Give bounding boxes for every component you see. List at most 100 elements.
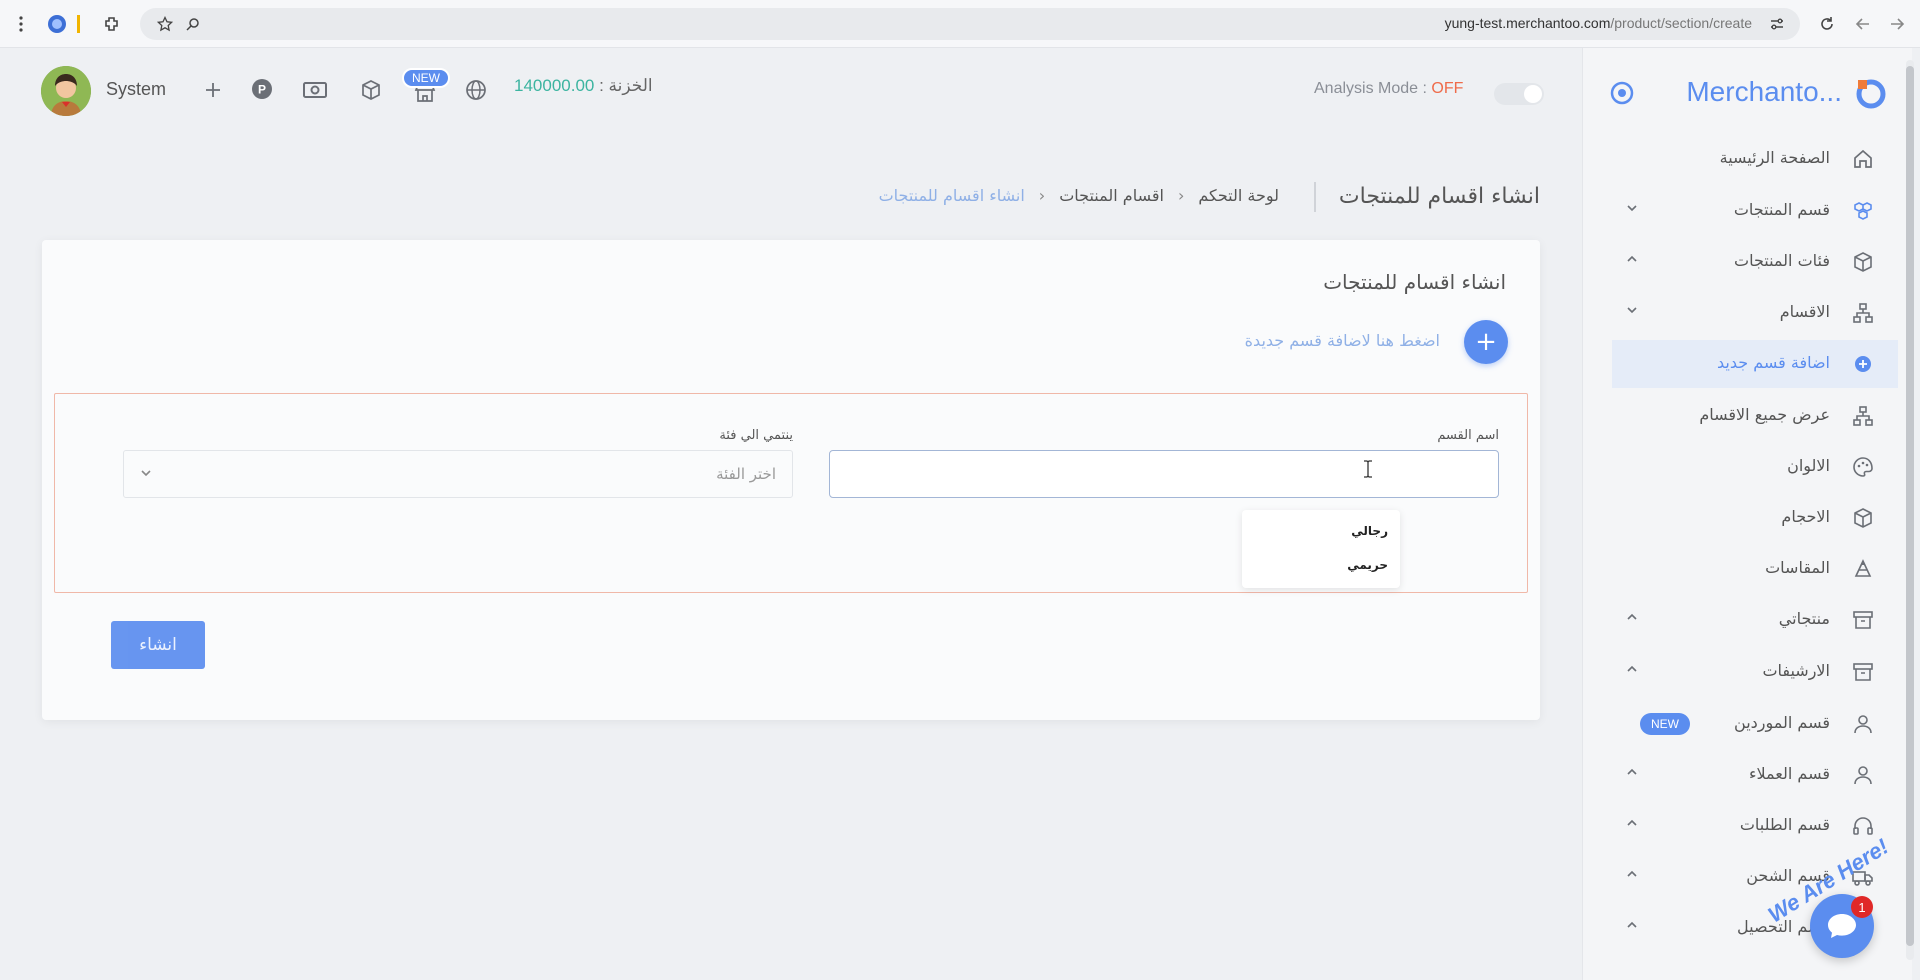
sidebar-item-categories[interactable]: فئات المنتجات <box>1612 238 1898 286</box>
chevron-down-icon <box>140 467 152 479</box>
target-icon[interactable] <box>1609 80 1635 106</box>
sidebar-item-all-sections[interactable]: عرض جميع الاقسام <box>1612 392 1898 440</box>
forward-arrow-icon[interactable] <box>1886 13 1908 35</box>
chat-notification-badge: 1 <box>1851 896 1873 918</box>
treasury-label: الخزنة : <box>599 76 653 95</box>
sidebar-item-orders[interactable]: قسم الطلبات <box>1612 802 1898 850</box>
sidebar-item-label: الارشيفات <box>1762 661 1830 680</box>
parking-icon[interactable]: P <box>249 76 275 102</box>
breadcrumb-product-sections[interactable]: اقسام المنتجات <box>1059 186 1164 205</box>
tab-favicon-icon[interactable] <box>46 13 68 35</box>
category-label: ينتمي الي فئة <box>719 428 793 443</box>
text-cursor-icon <box>1363 460 1373 478</box>
chevron-up-icon <box>1626 766 1638 778</box>
sidebar-item-label: الالوان <box>1787 456 1830 475</box>
scrollbar-thumb[interactable] <box>1906 66 1914 946</box>
sitemap-icon <box>1852 302 1874 324</box>
user-icon <box>1852 764 1874 786</box>
breadcrumb: لوحة التحكم ‹ اقسام المنتجات ‹ انشاء اقس… <box>879 186 1279 205</box>
create-button[interactable]: انشاء <box>111 621 205 669</box>
sidebar-item-label: قسم الطلبات <box>1739 815 1830 834</box>
sidebar-item-label: عرض جميع الاقسام <box>1699 405 1830 424</box>
cash-icon[interactable] <box>302 77 328 103</box>
sidebar-item-sections[interactable]: الاقسام <box>1612 289 1898 337</box>
sidebar-item-home[interactable]: الصفحة الرئيسية <box>1612 135 1898 183</box>
create-section-card: انشاء اقسام للمنتجات + اضغط هنا لاضافة ق… <box>42 240 1540 720</box>
sidebar-item-label: الصفحة الرئيسية <box>1719 148 1830 167</box>
sidebar-item-my-products[interactable]: منتجاتي <box>1612 596 1898 644</box>
treasury-amount: 140000.00 <box>514 76 595 95</box>
back-arrow-icon[interactable] <box>1852 13 1874 35</box>
treasury-balance: الخزنة : 140000.00 <box>514 76 653 96</box>
new-badge: NEW <box>402 68 450 88</box>
box-icon <box>1852 507 1874 529</box>
sidebar-item-label: قسم الموردين <box>1734 713 1830 732</box>
page-title: انشاء اقسام للمنتجات <box>1338 184 1540 209</box>
sidebar-item-label: اضافة قسم جديد <box>1716 353 1830 372</box>
zoom-icon[interactable] <box>182 13 204 35</box>
analysis-label: Analysis Mode : <box>1314 80 1432 97</box>
analysis-mode: Analysis Mode : OFF <box>1314 80 1463 98</box>
breadcrumb-chevron: ‹ <box>1038 186 1046 205</box>
breadcrumb-divider <box>1314 182 1316 212</box>
sidebar-item-sizes[interactable]: الاحجام <box>1612 494 1898 542</box>
chevron-up-icon <box>1626 611 1638 623</box>
sidebar-item-label: منتجاتي <box>1778 609 1830 628</box>
add-section-button[interactable]: + <box>1464 320 1508 364</box>
brand-logo-icon <box>1854 76 1888 110</box>
chevron-down-icon <box>1626 202 1638 214</box>
sidebar-scrollbar[interactable] <box>1906 60 1914 960</box>
breadcrumb-dashboard[interactable]: لوحة التحكم <box>1198 186 1279 205</box>
category-placeholder: اختر الفئة <box>716 465 776 483</box>
menu-dots-icon[interactable] <box>10 13 32 35</box>
archive-icon <box>1852 661 1874 683</box>
svg-text:P: P <box>258 83 266 97</box>
reload-icon[interactable] <box>1816 13 1838 35</box>
sidebar-item-measurements[interactable]: المقاسات <box>1612 545 1898 593</box>
box-icon[interactable] <box>358 77 384 103</box>
chevron-up-icon <box>1626 919 1638 931</box>
card-title: انشاء اقسام للمنتجات <box>1323 270 1506 294</box>
sidebar-item-label: فئات المنتجات <box>1734 251 1830 270</box>
plus-circle-icon <box>1852 353 1874 375</box>
globe-icon[interactable] <box>463 77 489 103</box>
category-select[interactable]: اختر الفئة <box>123 450 793 498</box>
tab-divider <box>76 13 80 35</box>
sidebar-item-products[interactable]: قسم المنتجات <box>1612 187 1898 235</box>
brand-name[interactable]: Merchanto... <box>1686 76 1842 108</box>
sidebar-item-colors[interactable]: الالوان <box>1612 443 1898 491</box>
archive-icon <box>1852 609 1874 631</box>
user-name[interactable]: System <box>106 79 166 100</box>
analysis-state: OFF <box>1431 80 1464 97</box>
sitemap-icon <box>1852 405 1874 427</box>
sidebar-item-add-section[interactable]: اضافة قسم جديد <box>1612 340 1898 388</box>
site-settings-icon[interactable] <box>1766 13 1788 35</box>
sidebar-item-archives[interactable]: الارشيفات <box>1612 648 1898 696</box>
breadcrumb-current: انشاء اقسام للمنتجات <box>878 186 1025 205</box>
cubes-icon <box>1852 200 1874 222</box>
headset-icon <box>1852 815 1874 837</box>
chevron-down-icon <box>1626 304 1638 316</box>
section-name-input[interactable] <box>829 450 1499 498</box>
extensions-icon[interactable] <box>101 13 123 35</box>
analysis-toggle[interactable] <box>1494 83 1544 105</box>
sidebar-item-label: المقاسات <box>1765 558 1830 577</box>
home-icon <box>1852 148 1874 170</box>
sidebar-item-label: قسم المنتجات <box>1733 200 1830 219</box>
sidebar-item-suppliers[interactable]: قسم الموردين NEW <box>1612 700 1898 748</box>
sidebar-item-label: قسم العملاء <box>1748 764 1830 783</box>
box-icon <box>1852 251 1874 273</box>
plus-icon[interactable] <box>200 77 226 103</box>
suggestion-item[interactable]: حريمي <box>1347 558 1388 572</box>
avatar[interactable] <box>41 66 91 116</box>
sidebar: Merchanto... الصفحة الرئيسية قسم المنتجا… <box>1582 48 1912 980</box>
chevron-up-icon <box>1626 817 1638 829</box>
star-icon[interactable] <box>154 13 176 35</box>
add-section-link[interactable]: اضغط هنا لاضافة قسم جديدة <box>1245 331 1440 350</box>
sidebar-item-customers[interactable]: قسم العملاء <box>1612 751 1898 799</box>
section-name-label: اسم القسم <box>1437 428 1499 443</box>
suggestion-item[interactable]: رجالي <box>1351 524 1388 538</box>
address-bar[interactable]: yung-test.merchantoo.com/product/section… <box>140 8 1800 40</box>
chevron-up-icon <box>1626 663 1638 675</box>
breadcrumb-chevron: ‹ <box>1177 186 1185 205</box>
